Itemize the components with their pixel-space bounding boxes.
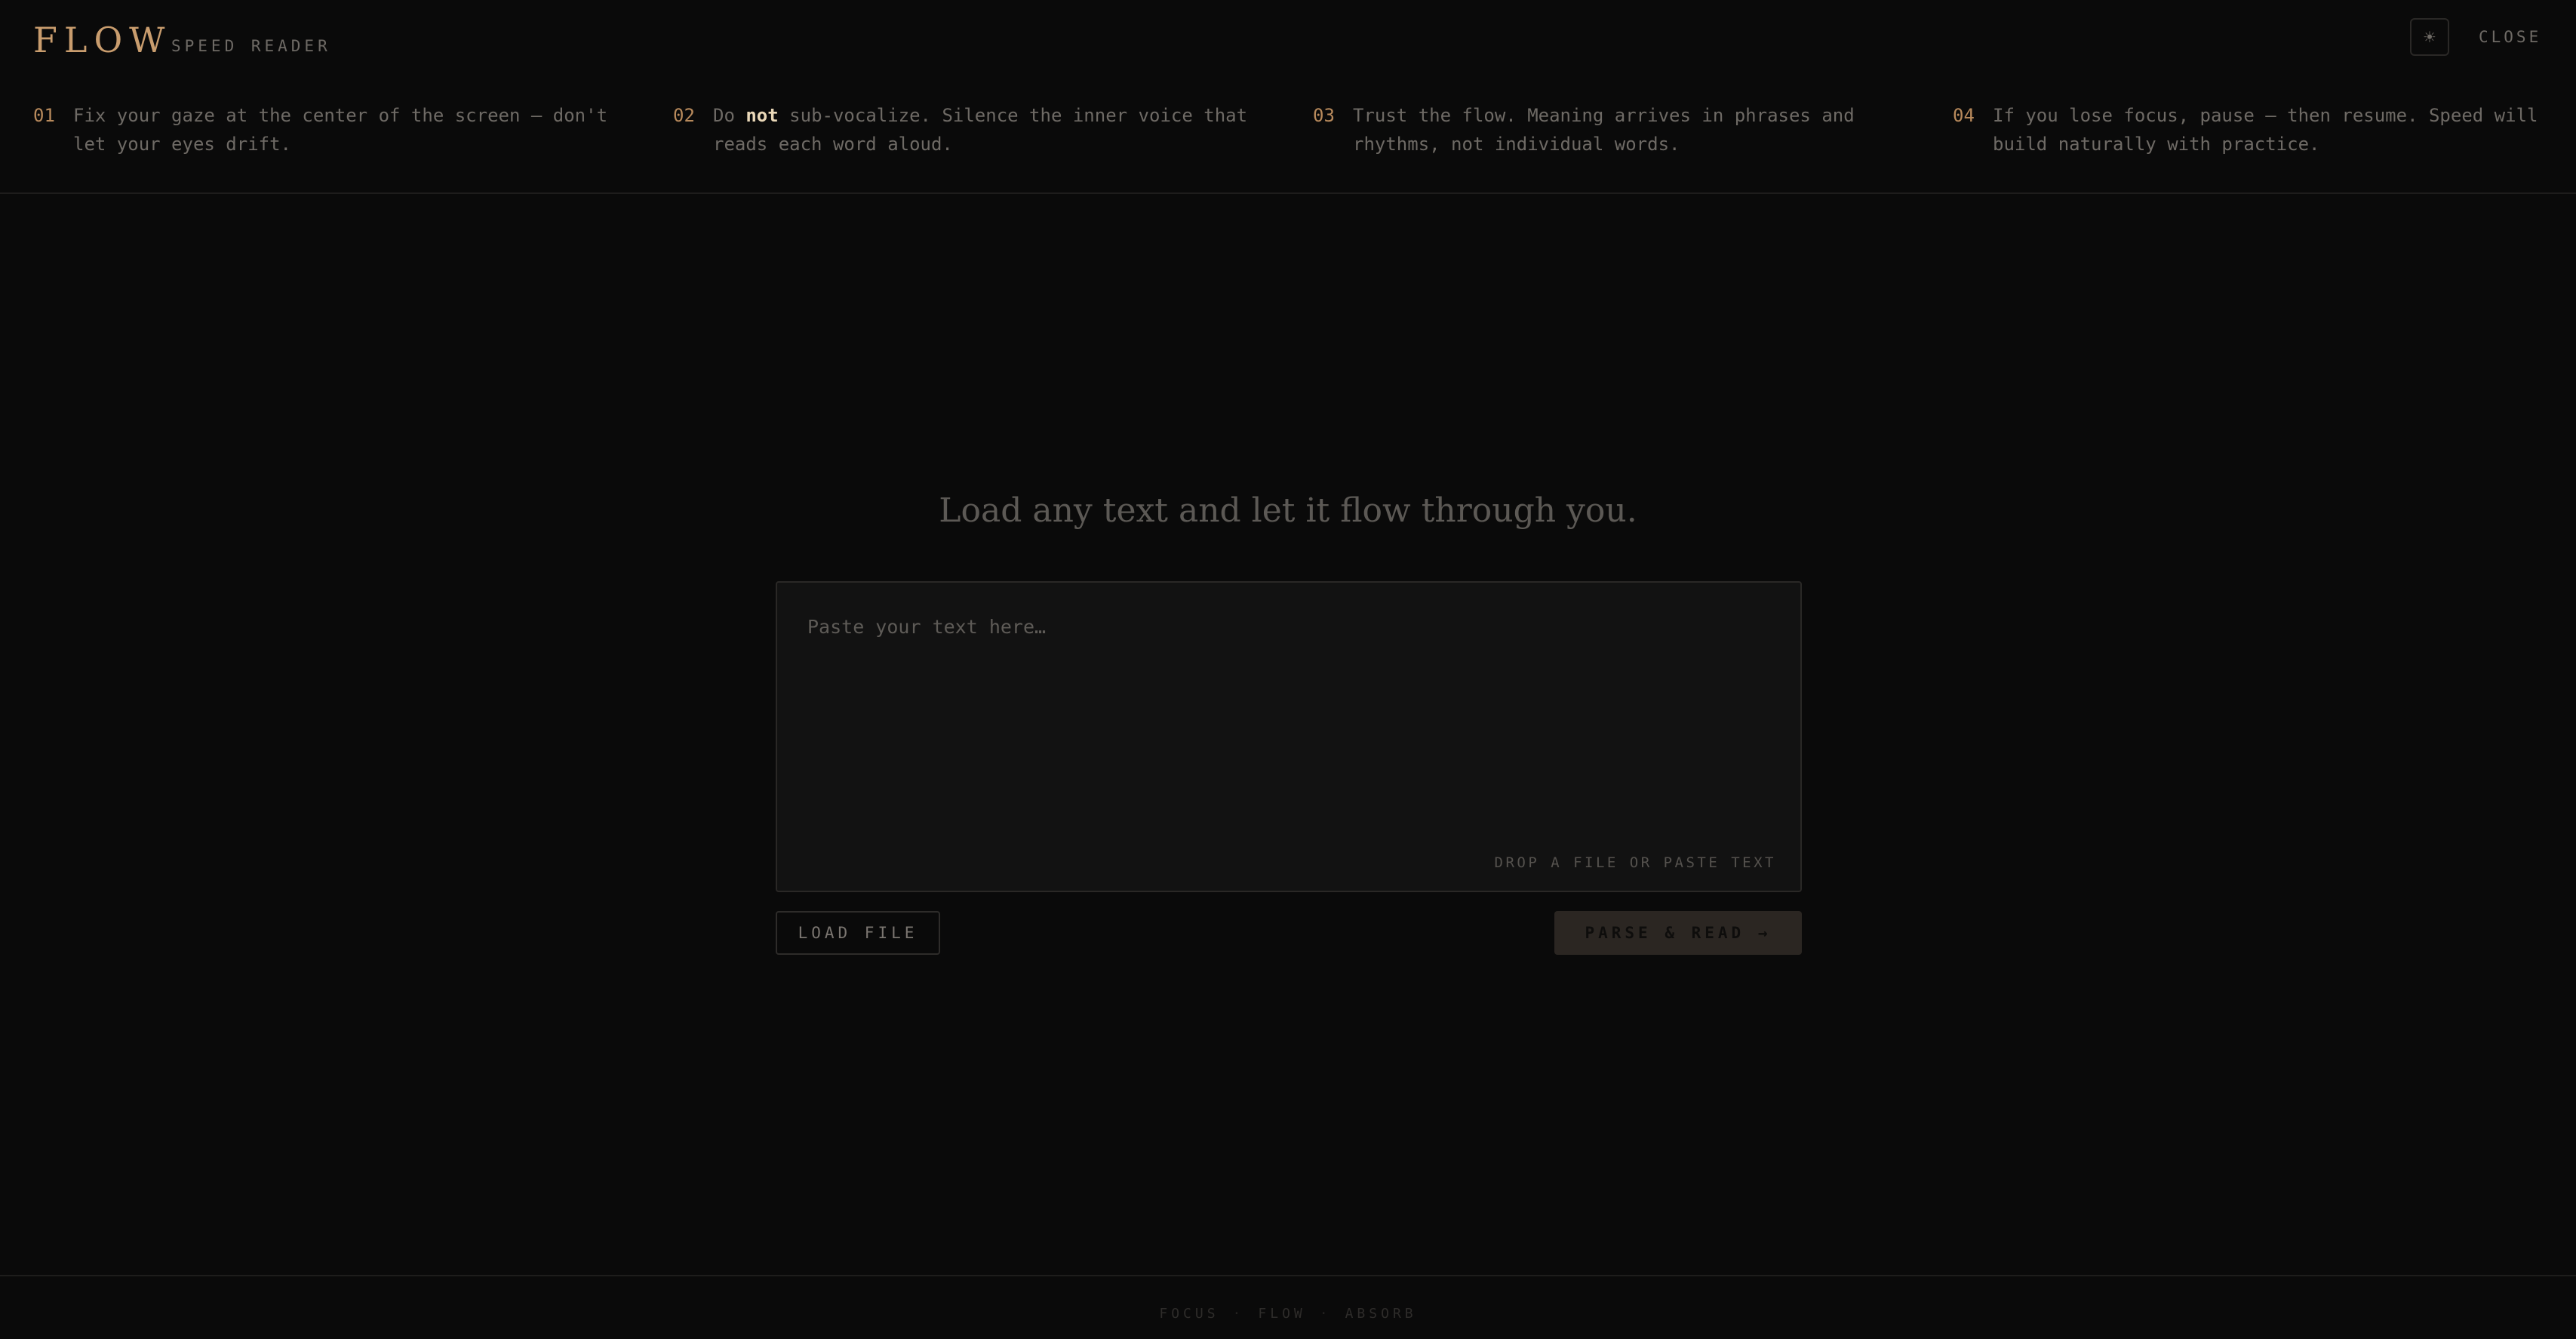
load-file-button[interactable]: LOAD FILE [776,911,940,955]
tagline: Load any text and let it flow through yo… [939,491,1637,530]
parse-and-read-button[interactable]: PARSE & READ → [1554,911,1802,955]
reading-tips: 01 Fix your gaze at the center of the sc… [0,101,2576,192]
tip-number: 04 [1953,105,1975,126]
header-divider [0,192,2576,194]
footer-word: ABSORB [1345,1306,1417,1322]
header: FLOW SPEED READER ☀ CLOSE [0,0,2576,75]
tip-text: Trust the flow. Meaning arrives in phras… [1353,105,1855,155]
tip-number: 01 [33,105,55,126]
close-button[interactable]: CLOSE [2479,26,2541,48]
sun-icon: ☀ [2423,28,2436,46]
tip-item: 03 Trust the flow. Meaning arrives in ph… [1313,101,1909,159]
tip-text: If you lose focus, pause — then resume. … [1993,105,2538,155]
footer-divider [0,1275,2576,1276]
app-subtitle: SPEED READER [171,37,331,55]
tip-text: Do not sub-vocalize. Silence the inner v… [713,101,1269,159]
footer: FOCUS · FLOW · ABSORB [0,1304,2576,1325]
tip-text: Fix your gaze at the center of the scree… [73,105,608,155]
theme-toggle-button[interactable]: ☀ [2410,18,2449,56]
text-input-area: DROP A FILE OR PASTE TEXT [776,581,1802,892]
tip-number: 03 [1313,105,1335,126]
tip-text-after: sub-vocalize. Silence the inner voice th… [713,105,1248,155]
footer-word: FOCUS [1159,1306,1219,1322]
tip-item: 04 If you lose focus, pause — then resum… [1953,101,2549,159]
text-input[interactable] [777,583,1800,891]
footer-separator: · [1319,1306,1332,1322]
tip-emphasis: not [745,105,779,126]
footer-separator: · [1232,1306,1245,1322]
drop-hint: DROP A FILE OR PASTE TEXT [1494,854,1776,871]
tip-item: 02 Do not sub-vocalize. Silence the inne… [673,101,1269,159]
app-logo: FLOW [33,20,172,60]
speed-reader-page: FLOW SPEED READER ☀ CLOSE 01 Fix your ga… [0,0,2576,1339]
tip-number: 02 [673,105,695,126]
tip-text-before: Do [713,105,746,126]
tip-item: 01 Fix your gaze at the center of the sc… [33,101,629,159]
footer-word: FLOW [1258,1306,1306,1322]
